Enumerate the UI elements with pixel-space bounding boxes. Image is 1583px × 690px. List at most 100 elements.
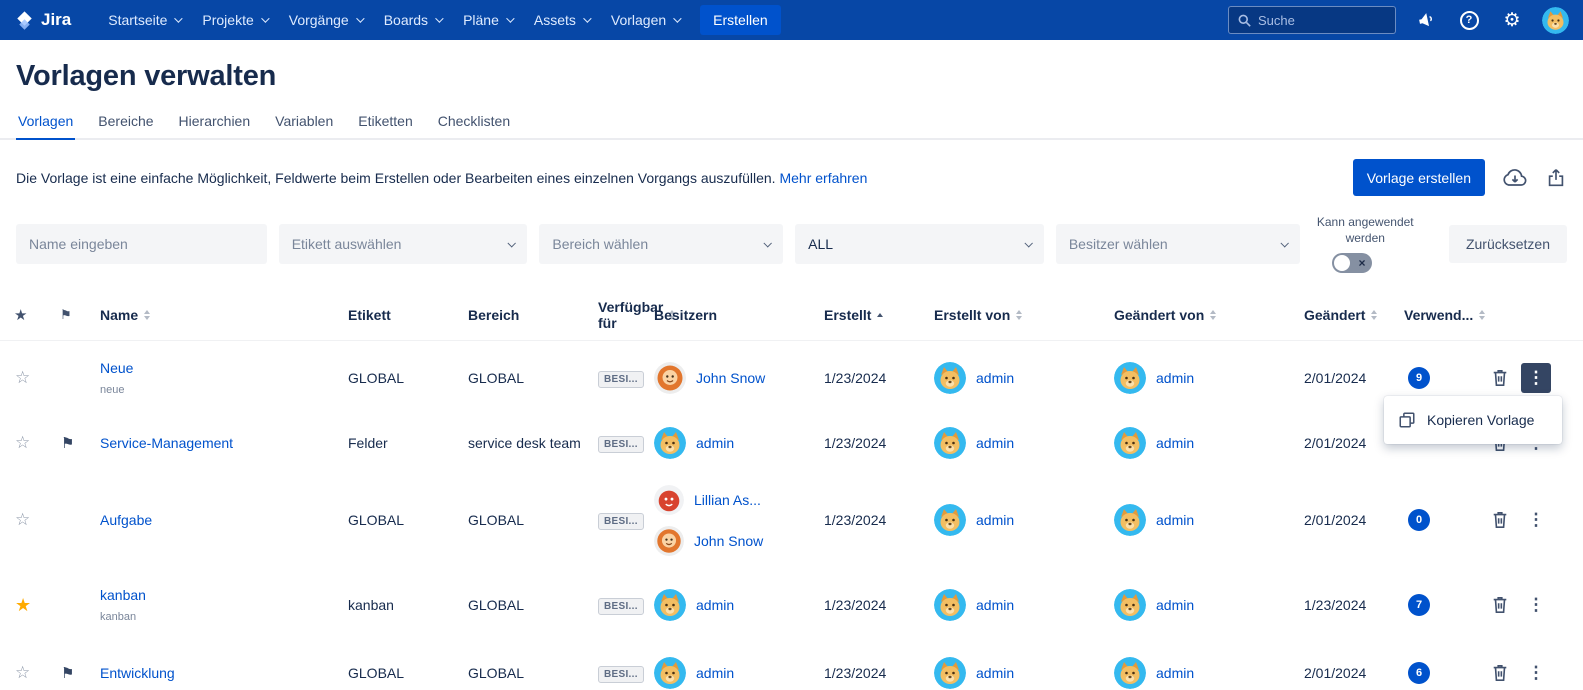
created-date: 1/23/2024 (824, 370, 934, 386)
modified-by-link[interactable]: admin (1156, 370, 1194, 386)
tab-checklisten[interactable]: Checklisten (436, 107, 512, 140)
nav-item-startseite[interactable]: Startseite (97, 0, 191, 40)
learn-more-link[interactable]: Mehr erfahren (779, 170, 867, 186)
column-header-erstellt-von[interactable]: Erstellt von (934, 307, 1114, 323)
owner-link[interactable]: John Snow (694, 533, 763, 549)
star-icon[interactable]: ☆ (15, 663, 30, 682)
template-name-link[interactable]: Entwicklung (100, 665, 340, 681)
modified-by-link[interactable]: admin (1156, 597, 1194, 613)
owner-link[interactable]: Lillian As... (694, 492, 761, 508)
nav-item-vorgaenge[interactable]: Vorgänge (278, 0, 373, 40)
page-description: Die Vorlage ist eine einfache Möglichkei… (16, 170, 867, 186)
export-icon[interactable] (1545, 167, 1567, 189)
create-template-button[interactable]: Vorlage erstellen (1353, 159, 1485, 196)
star-icon[interactable]: ☆ (15, 433, 30, 452)
tab-hierarchien[interactable]: Hierarchien (177, 107, 253, 140)
delete-icon[interactable] (1491, 368, 1509, 388)
avatar-admin (1114, 504, 1146, 536)
template-label: GLOBAL (348, 512, 468, 528)
modified-by-link[interactable]: admin (1156, 435, 1194, 451)
can-apply-toggle[interactable]: × (1332, 253, 1372, 273)
help-icon[interactable]: ? (1456, 7, 1482, 33)
owner-link[interactable]: admin (696, 435, 734, 451)
copy-template-menu-item[interactable]: Kopieren Vorlage (1384, 400, 1562, 440)
avatar-admin (1114, 427, 1146, 459)
created-by-link[interactable]: admin (976, 512, 1014, 528)
column-header-name[interactable]: Name (100, 307, 348, 323)
column-header-erstellt[interactable]: Erstellt (824, 307, 934, 323)
tab-etiketten[interactable]: Etiketten (356, 107, 414, 140)
nav-item-vorlagen[interactable]: Vorlagen (600, 0, 690, 40)
owner-link[interactable]: admin (696, 665, 734, 681)
owner-filter-select[interactable]: Besitzer wählen (1056, 224, 1300, 264)
star-icon-active[interactable]: ★ (15, 595, 31, 615)
column-header-geaendert[interactable]: Geändert (1304, 307, 1404, 323)
nav-item-boards[interactable]: Boards (373, 0, 452, 40)
delete-icon[interactable] (1491, 663, 1509, 683)
global-search[interactable] (1228, 6, 1396, 34)
flag-icon[interactable]: ⚑ (52, 435, 74, 452)
created-by-link[interactable]: admin (976, 665, 1014, 681)
available-for-badge[interactable]: BESI... (598, 513, 644, 530)
template-name-link[interactable]: Neue (100, 360, 340, 376)
tab-variablen[interactable]: Variablen (273, 107, 335, 140)
created-by-link[interactable]: admin (976, 435, 1014, 451)
availability-filter-select[interactable]: ALL (795, 224, 1044, 264)
more-menu-button[interactable]: ⋮ (1521, 658, 1551, 688)
available-for-badge[interactable]: BESI... (598, 666, 644, 683)
gear-icon[interactable]: ⚙ (1499, 7, 1525, 33)
star-column-header-icon[interactable]: ★ (8, 307, 27, 324)
area-filter-select[interactable]: Bereich wählen (539, 224, 783, 264)
table-row: ★ kanban kanban kanban GLOBAL BESI... ad… (0, 569, 1583, 641)
flag-icon[interactable]: ⚑ (52, 665, 74, 682)
flag-column-header-icon[interactable]: ⚑ (52, 307, 72, 322)
column-header-etikett[interactable]: Etikett (348, 307, 468, 323)
nav-item-projekte[interactable]: Projekte (191, 0, 277, 40)
column-header-geaendert-von[interactable]: Geändert von (1114, 307, 1304, 323)
owner-link[interactable]: John Snow (696, 370, 765, 386)
more-menu-button[interactable]: ⋮ (1521, 505, 1551, 535)
modified-by-link[interactable]: admin (1156, 512, 1194, 528)
tab-vorlagen[interactable]: Vorlagen (16, 107, 75, 140)
templates-table: ★ ⚑ Name Etikett Bereich Verfügbar für B… (0, 289, 1583, 690)
nav-item-plaene[interactable]: Pläne (452, 0, 523, 40)
template-label: GLOBAL (348, 370, 468, 386)
column-header-verwendung[interactable]: Verwend... (1404, 307, 1482, 323)
tab-bereiche[interactable]: Bereiche (96, 107, 155, 140)
template-name-link[interactable]: kanban (100, 587, 340, 603)
avatar-admin (934, 589, 966, 621)
search-input[interactable] (1258, 13, 1378, 28)
column-header-bereich[interactable]: Bereich (468, 307, 598, 323)
modified-by-link[interactable]: admin (1156, 665, 1194, 681)
usage-count-badge: 9 (1408, 367, 1430, 389)
jira-logo[interactable]: Jira (14, 10, 71, 31)
column-header-verfuegbar-fuer[interactable]: Verfügbar für (598, 299, 654, 331)
megaphone-icon[interactable] (1413, 7, 1439, 33)
label-filter-select[interactable]: Etikett auswählen (279, 224, 528, 264)
available-for-badge[interactable]: BESI... (598, 371, 644, 388)
toggle-off-icon: × (1359, 255, 1366, 271)
more-menu-button[interactable]: ⋮ (1521, 590, 1551, 620)
can-apply-filter: Kann angewendet werden × (1314, 214, 1417, 273)
template-name-link[interactable]: Service-Management (100, 435, 340, 451)
delete-icon[interactable] (1491, 510, 1509, 530)
star-icon[interactable]: ☆ (15, 368, 30, 387)
template-name-link[interactable]: Aufgabe (100, 512, 340, 528)
owner-link[interactable]: admin (696, 597, 734, 613)
star-icon[interactable]: ☆ (15, 510, 30, 529)
created-by-link[interactable]: admin (976, 370, 1014, 386)
name-filter-input[interactable] (16, 224, 267, 264)
available-for-badge[interactable]: BESI... (598, 436, 644, 453)
reset-button[interactable]: Zurücksetzen (1449, 225, 1567, 263)
column-header-besitzern[interactable]: Besitzern (654, 307, 824, 323)
delete-icon[interactable] (1491, 595, 1509, 615)
nav-create-button[interactable]: Erstellen (700, 5, 780, 35)
cloud-download-icon[interactable] (1502, 167, 1528, 189)
available-for-badge[interactable]: BESI... (598, 598, 644, 615)
nav-item-assets[interactable]: Assets (523, 0, 600, 40)
more-menu-button[interactable]: ⋮ (1521, 363, 1551, 393)
created-by-link[interactable]: admin (976, 597, 1014, 613)
user-avatar[interactable] (1542, 7, 1569, 34)
table-row: ☆ ⚑ Entwicklung GLOBAL GLOBAL BESI... ad… (0, 641, 1583, 690)
avatar-admin (1114, 657, 1146, 689)
